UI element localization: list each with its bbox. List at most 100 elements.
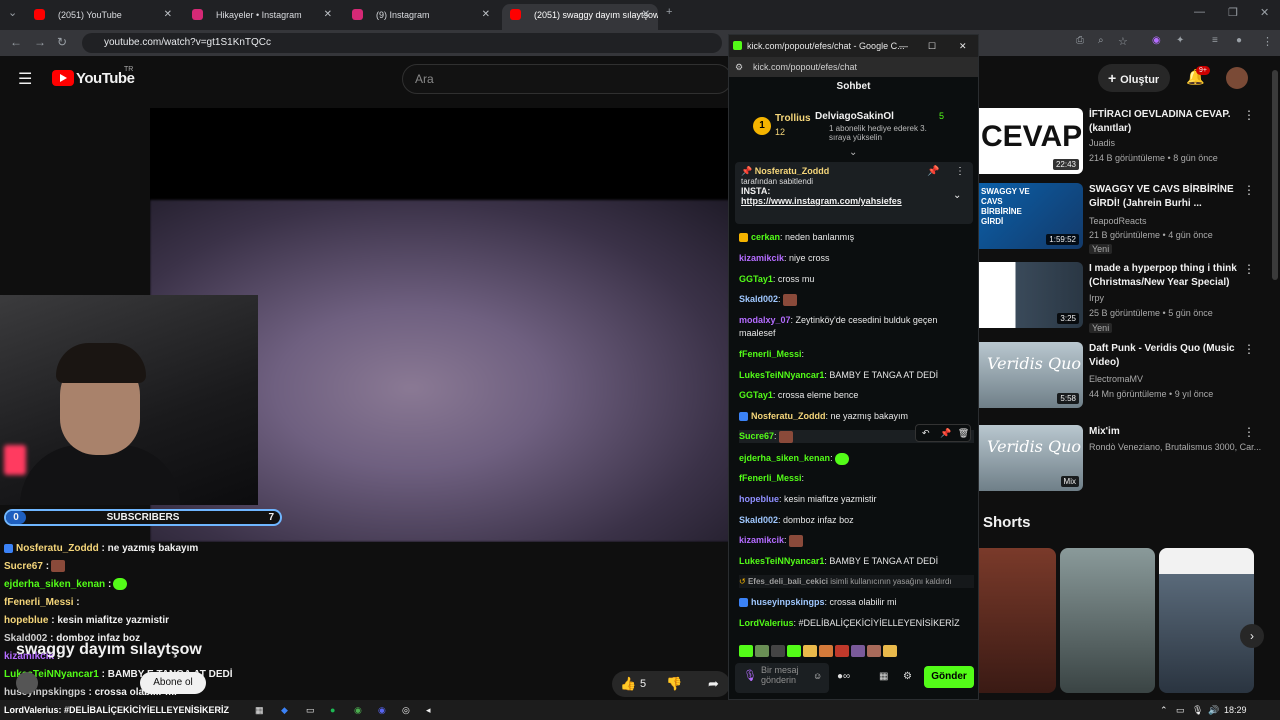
chat-user[interactable]: Sucre67 [739,431,774,441]
settings-gear-icon[interactable]: ⚙ [903,671,912,682]
chevron-down-icon[interactable]: ⌄ [953,190,961,201]
emote-icon[interactable] [851,644,865,657]
chat-user[interactable]: ejderha_siken_kenan [739,453,830,463]
more-kebab-icon[interactable]: ⋮ [1243,183,1255,197]
app-icon[interactable]: ◆ [281,700,288,720]
app-icon[interactable]: ▦ [255,700,264,720]
chat-user[interactable]: Skald002 [739,515,778,525]
video-thumbnail[interactable]: CEVAP 22:43 [979,108,1083,174]
hamburger-menu-icon[interactable]: ☰ [18,69,32,89]
chat-user[interactable]: huseyinpskingps [751,597,825,607]
video-thumbnail[interactable]: 3:25 [979,262,1083,328]
pin-icon[interactable]: 📌 [940,428,951,438]
leader-user[interactable]: Trollius [775,113,811,124]
browser-tab[interactable]: (2051) YouTube ✕ [26,4,180,30]
tray-chevron-icon[interactable]: ⌃ [1160,700,1168,720]
close-window-icon[interactable]: ✕ [1260,6,1269,19]
emote-icon[interactable] [803,644,817,657]
more-kebab-icon[interactable]: ⋮ [1243,425,1255,439]
app-icon[interactable]: ◎ [402,700,410,720]
youtube-logo-icon[interactable] [52,70,74,86]
emote-icon[interactable] [883,644,897,657]
pinned-link[interactable]: https://www.instagram.com/yahsiefes [741,196,967,206]
short-thumbnail[interactable] [979,548,1056,693]
chat-user[interactable]: LukesTeiNNyancar1 [739,370,824,380]
close-tab-icon[interactable]: ✕ [642,4,650,26]
video-title[interactable]: Daft Punk - Veridis Quo (Music Video) [1089,342,1239,370]
tray-icon[interactable]: ▭ [1176,700,1185,720]
forward-icon[interactable]: → [34,35,46,49]
more-kebab-icon[interactable]: ⋮ [955,166,965,177]
emote-icon[interactable] [755,644,769,657]
emote-icon[interactable] [867,644,881,657]
bookmark-star-icon[interactable]: ☆ [1118,35,1128,48]
chat-user[interactable]: GGTay1 [739,274,773,284]
scrollbar[interactable] [1272,70,1278,280]
short-thumbnail[interactable] [1060,548,1155,693]
chevron-right-icon[interactable]: › [1240,624,1264,648]
extensions-puzzle-icon[interactable]: ✦ [1176,35,1184,46]
video-title[interactable]: İFTİRACI OEVLADINA CEVAP. (kanıtlar) [1089,108,1239,136]
browser-tab[interactable]: (9) Instagram ✕ [344,4,498,30]
chat-user[interactable]: fFenerli_Messi [739,473,802,483]
more-kebab-icon[interactable]: ⋮ [1243,262,1255,276]
clock[interactable]: 18:29 [1224,700,1247,720]
avatar[interactable] [1226,67,1248,89]
emote-icon[interactable] [835,644,849,657]
video-title[interactable]: SWAGGY VE CAVS BİRBİRİNE GİRDİ! (Jahrein… [1089,183,1239,211]
close-tab-icon[interactable]: ✕ [164,4,172,26]
video-thumbnail[interactable]: SWAGGY VE CAVS BİRBİRİNE GİRDİ 1:59:52 [979,183,1083,249]
minimize-icon[interactable]: — [899,35,908,57]
zoom-icon[interactable]: ⌕ [1098,35,1104,46]
volume-icon[interactable]: 🔊 [1208,700,1219,720]
emoji-icon[interactable]: ☺ [813,671,822,681]
video-thumbnail[interactable]: Veridis Quo 5:58 [979,342,1083,408]
reload-icon[interactable]: ↻ [57,35,67,49]
send-button[interactable]: Gönder [924,666,974,688]
install-icon[interactable]: ⎙ [1076,35,1084,46]
like-icon[interactable]: 👍 [620,671,636,697]
expand-chevron-icon[interactable]: ⌄ [849,147,857,158]
emote-icon[interactable] [771,644,785,657]
new-tab-icon[interactable]: + [666,6,672,18]
profile-icon[interactable]: ● [1236,35,1242,46]
url-input[interactable]: youtube.com/watch?v=gt1S1KnTQCc [82,33,722,53]
emote-icon[interactable] [787,644,801,657]
gift-icon[interactable]: ▦ [879,671,888,682]
video-thumbnail[interactable]: Veridis Quo Mix [979,425,1083,491]
more-kebab-icon[interactable]: ⋮ [1243,342,1255,356]
gift-user[interactable]: DelviagoSakinOl [815,111,894,122]
chat-user[interactable]: kizamikcik [739,253,784,263]
channel-name[interactable]: TeapodReacts [1089,216,1147,226]
channel-avatar[interactable] [16,672,38,694]
pinned-user[interactable]: Nosferatu_Zoddd [755,166,830,176]
chat-user[interactable]: hopeblue [739,494,779,504]
extension-icon[interactable]: ◉ [1152,35,1161,46]
channel-name[interactable]: ElectromaMV [1089,374,1143,384]
menu-kebab-icon[interactable]: ⋮ [1262,35,1273,48]
chat-user[interactable]: Efes_deli_bali_cekici [748,577,828,586]
maximize-icon[interactable]: ☐ [928,35,936,57]
search-input[interactable]: Ara [402,64,732,94]
chat-user[interactable]: Skald002 [739,294,778,304]
reply-icon[interactable]: ↶ [922,428,930,438]
video-title[interactable]: Mix'im [1089,425,1239,439]
chat-user[interactable]: LordValerius [739,618,794,628]
close-tab-icon[interactable]: ✕ [482,4,490,26]
short-thumbnail[interactable] [1159,548,1254,693]
back-icon[interactable]: ← [10,35,22,49]
channel-name[interactable]: Rondò Veneziano, Brutalismus 3000, Car..… [1089,442,1261,452]
tab-search-icon[interactable]: ⌄ [8,6,17,19]
chat-user[interactable]: kizamikcik [739,535,784,545]
delete-icon[interactable]: 🗑 [958,428,969,438]
browser-tab[interactable]: Hikayeler • Instagram ✕ [184,4,340,30]
reading-list-icon[interactable]: ≡ [1212,35,1218,46]
app-icon[interactable]: ▭ [306,700,315,720]
channel-name[interactable]: Juadis [1089,138,1115,148]
create-button[interactable]: + Oluştur [1098,64,1170,92]
emote-icon[interactable] [819,644,833,657]
maximize-icon[interactable]: ❐ [1228,6,1238,19]
video-title[interactable]: I made a hyperpop thing i think (Christm… [1089,262,1239,290]
mic-icon[interactable]: 🎙 [1192,700,1203,720]
chat-user[interactable]: Nosferatu_Zoddd [751,411,826,421]
